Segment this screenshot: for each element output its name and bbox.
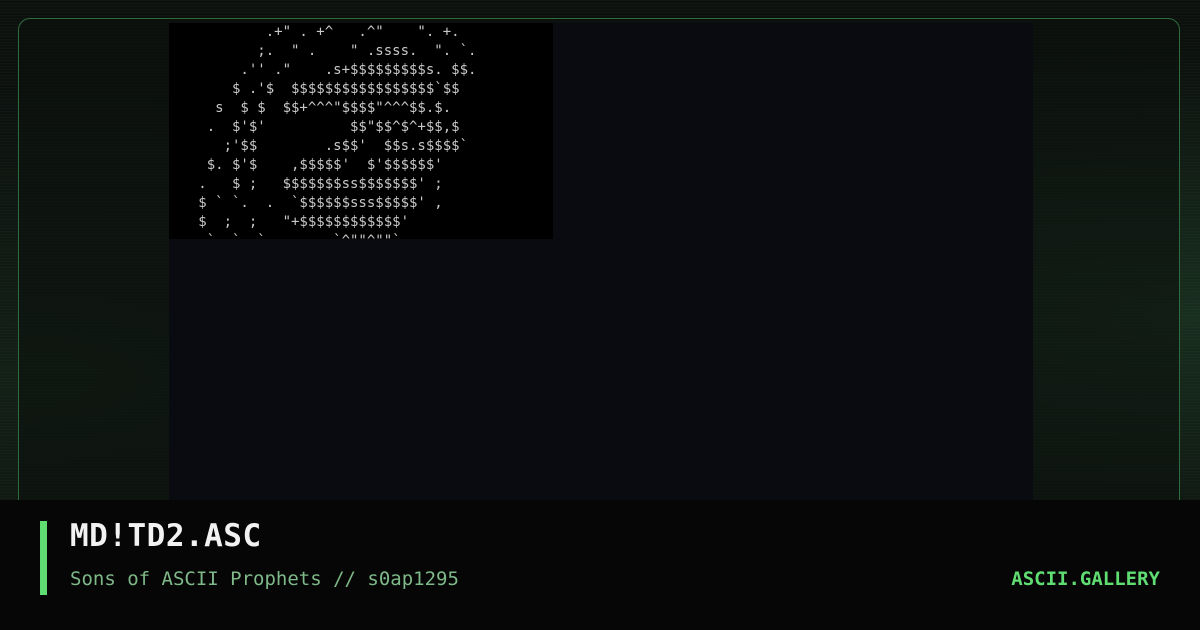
accent-bar — [40, 521, 47, 595]
site-brand[interactable]: ASCII.GALLERY — [1011, 568, 1160, 590]
ascii-art-text: .+" . +^ .^" ". +. ;. " . " .ssss. ". `.… — [198, 24, 477, 239]
artwork-title: MD!TD2.ASC — [70, 518, 262, 554]
footer-bar: MD!TD2.ASC Sons of ASCII Prophets // s0a… — [0, 500, 1200, 630]
ascii-art-preview[interactable]: .+" . +^ .^" ". +. ;. " . " .ssss. ". `.… — [169, 23, 553, 239]
social-card: .+" . +^ .^" ". +. ;. " . " .ssss. ". `.… — [0, 0, 1200, 630]
artwork-subtitle: Sons of ASCII Prophets // s0ap1295 — [70, 568, 459, 590]
